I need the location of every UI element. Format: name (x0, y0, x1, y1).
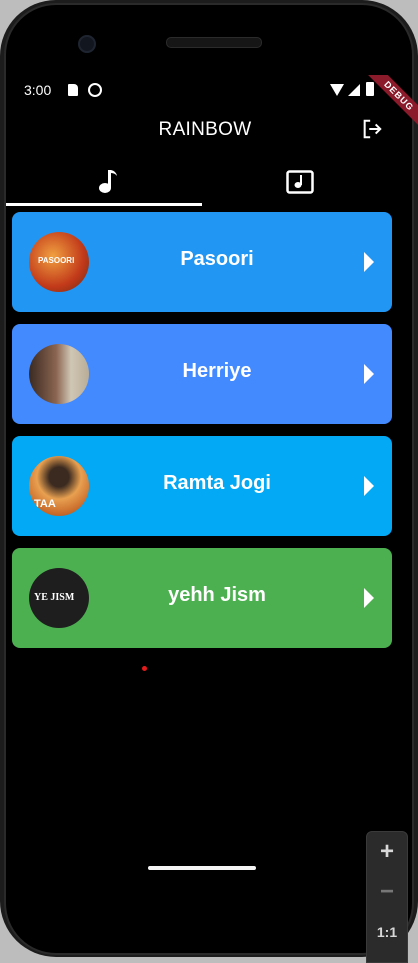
tab-albums[interactable] (202, 160, 398, 206)
song-card-ramta-jogi[interactable]: TAA Ramta Jogi (12, 436, 392, 536)
play-arrow-icon (364, 476, 374, 496)
status-bar: 3:00 (24, 82, 384, 100)
song-title: Pasoori (180, 248, 254, 270)
song-thumbnail: TAA (29, 456, 89, 516)
status-time: 3:00 (24, 82, 52, 98)
thumbnail-text: TAA (34, 498, 56, 510)
song-card-pasoori[interactable]: PASOORI Pasoori (12, 212, 392, 312)
tab-songs[interactable] (6, 160, 202, 206)
music-album-icon (286, 170, 314, 194)
front-camera (78, 35, 96, 53)
signal-icon (348, 84, 360, 96)
play-arrow-icon (364, 364, 374, 384)
zoom-reset-button[interactable]: 1:1 (367, 924, 407, 940)
earpiece-speaker (166, 37, 262, 48)
zoom-out-button[interactable]: − (367, 878, 407, 906)
song-thumbnail: YE JISM (29, 568, 89, 628)
song-title: Herriye (182, 360, 252, 382)
song-card-herriye[interactable]: Herriye (12, 324, 392, 424)
thumbnail-text: YE JISM (34, 592, 75, 603)
tab-indicator (6, 203, 202, 206)
song-title: yehh Jism (168, 584, 266, 606)
wifi-icon (330, 84, 344, 96)
thumbnail-text: PASOORI (38, 256, 75, 265)
play-arrow-icon (364, 252, 374, 272)
indicator-dot (142, 666, 147, 671)
sd-card-icon (68, 84, 78, 96)
song-thumbnail: PASOORI (29, 232, 89, 292)
music-note-icon (99, 170, 117, 193)
tab-bar (6, 160, 398, 206)
zoom-control: + − 1:1 (366, 831, 408, 963)
play-arrow-icon (364, 588, 374, 608)
zoom-in-button[interactable]: + (367, 838, 407, 866)
app-title: RAINBOW (158, 119, 252, 140)
song-title: Ramta Jogi (163, 472, 271, 494)
song-card-yehh-jism[interactable]: YE JISM yehh Jism (12, 548, 392, 648)
sync-icon (88, 83, 102, 97)
logout-icon[interactable] (361, 118, 383, 140)
home-indicator[interactable] (148, 866, 256, 870)
song-thumbnail (29, 344, 89, 404)
